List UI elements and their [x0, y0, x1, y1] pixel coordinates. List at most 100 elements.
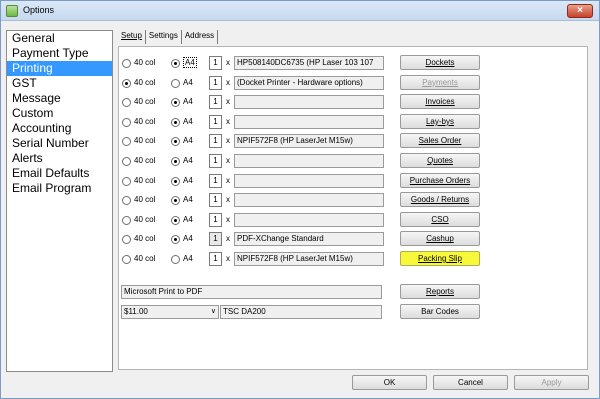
40-col-radio[interactable]	[122, 235, 131, 245]
40-col-radio[interactable]	[122, 78, 131, 88]
invoices-button[interactable]: Invoices	[400, 94, 480, 110]
sales-order-button[interactable]: Sales Order	[400, 133, 480, 149]
options-category-list[interactable]: General Payment Type Printing GST Message Cus…	[6, 30, 113, 372]
title-bar: Options ×	[1, 1, 599, 21]
packing-slip-button[interactable]: Packing Slip	[400, 251, 480, 266]
times-label: x	[226, 254, 230, 263]
a4-label: A4	[183, 116, 193, 126]
sidebar-item-message[interactable]: Message	[7, 91, 112, 106]
printer-row: 40 col A4 1 x HP508140DC6735 (HP Laser 103 1…	[121, 55, 596, 71]
reports-button[interactable]: Reports	[400, 284, 480, 299]
sidebar-item-payment-type[interactable]: Payment Type	[7, 46, 112, 61]
close-button[interactable]: ×	[567, 4, 593, 18]
reports-printer-field[interactable]: Microsoft Print to PDF	[121, 285, 382, 299]
purchase-orders-button[interactable]: Purchase Orders	[400, 172, 480, 188]
copies-input[interactable]: 1	[209, 212, 222, 227]
sidebar-item-general[interactable]: General	[7, 31, 112, 46]
apply-button[interactable]: Apply	[514, 375, 589, 390]
setup-tab-body: Microsoft Print to PDF Reports $11.00 ∨ …	[118, 46, 588, 370]
tab-setup[interactable]: Setup	[118, 30, 146, 44]
a4-label: A4	[183, 254, 193, 263]
printer-row: 40 col A4 1 x Purchase Orders	[121, 172, 596, 189]
a4-radio[interactable]	[171, 215, 180, 225]
cancel-button[interactable]: Cancel	[433, 375, 508, 390]
40-col-radio[interactable]	[122, 137, 131, 147]
a4-radio[interactable]	[171, 235, 180, 245]
printer-row: 40 col A4 1 x Invoices	[121, 94, 596, 110]
a4-radio[interactable]	[171, 196, 180, 206]
tab-strip: Setup Settings Address	[118, 30, 219, 45]
a4-radio[interactable]	[171, 137, 180, 147]
sidebar-item-email-defaults[interactable]: Email Defaults	[7, 166, 112, 181]
copies-input[interactable]: 1	[209, 75, 222, 90]
a4-label: A4	[183, 77, 193, 87]
a4-radio[interactable]	[171, 176, 180, 186]
tab-settings[interactable]: Settings	[146, 30, 182, 44]
goods-returns-button[interactable]: Goods / Returns	[400, 192, 480, 208]
printer-field[interactable]	[234, 193, 384, 208]
a4-label: A4	[183, 214, 193, 224]
40-col-radio[interactable]	[122, 196, 131, 206]
copies-input[interactable]: 1	[209, 173, 222, 188]
printer-row: 40 col A4 1 x Quotes	[121, 153, 596, 169]
printer-field[interactable]	[234, 212, 384, 227]
sidebar-item-gst[interactable]: GST	[7, 76, 112, 91]
sidebar-item-accounting[interactable]: Accounting	[7, 121, 112, 136]
40-col-label: 40 col	[134, 195, 156, 205]
copies-input[interactable]: 1	[209, 154, 222, 168]
printer-field[interactable]	[234, 114, 384, 129]
print-button-label: Purchase Orders	[409, 175, 471, 185]
barcode-price-select[interactable]: $11.00 ∨	[121, 305, 219, 319]
copies-input[interactable]: 1	[209, 232, 222, 247]
printer-field[interactable]: (Docket Printer - Hardware options)	[234, 75, 384, 90]
printer-field[interactable]: HP508140DC6735 (HP Laser 103 107	[234, 56, 384, 70]
printer-field[interactable]: NPIF572F8 (HP LaserJet M15w)	[234, 134, 384, 149]
40-col-label: 40 col	[134, 77, 156, 87]
40-col-radio[interactable]	[122, 59, 131, 68]
a4-label: A4	[183, 97, 193, 107]
printer-field[interactable]	[234, 95, 384, 110]
40-col-radio[interactable]	[122, 215, 131, 225]
ok-button[interactable]: OK	[352, 375, 427, 390]
sidebar-item-alerts[interactable]: Alerts	[7, 151, 112, 166]
tab-address[interactable]: Address	[182, 30, 219, 44]
times-label: x	[226, 97, 230, 107]
copies-input[interactable]: 1	[209, 114, 222, 129]
sidebar-item-custom[interactable]: Custom	[7, 106, 112, 121]
payments-button[interactable]: Payments	[400, 74, 480, 90]
a4-radio[interactable]	[171, 255, 180, 264]
sidebar-item-serial-number[interactable]: Serial Number	[7, 136, 112, 151]
40-col-radio[interactable]	[122, 176, 131, 186]
a4-radio[interactable]	[171, 78, 180, 88]
copies-input[interactable]: 1	[209, 193, 222, 208]
cashup-button[interactable]: Cashup	[400, 231, 480, 247]
bar-codes-button[interactable]: Bar Codes	[400, 304, 480, 319]
times-label: x	[226, 214, 230, 224]
lay-bys-button[interactable]: Lay-bys	[400, 113, 480, 129]
printer-field[interactable]: PDF-XChange Standard	[234, 232, 384, 247]
a4-radio[interactable]	[171, 117, 180, 127]
copies-input[interactable]: 1	[209, 252, 222, 266]
sidebar-item-printing[interactable]: Printing	[7, 61, 112, 76]
a4-radio[interactable]	[171, 98, 180, 108]
a4-label: A4	[183, 234, 193, 244]
printer-field[interactable]	[234, 173, 384, 188]
a4-radio[interactable]	[171, 157, 180, 166]
quotes-button[interactable]: Quotes	[400, 153, 480, 168]
barcode-printer-field[interactable]: TSC DA200	[220, 305, 382, 319]
a4-radio[interactable]	[171, 59, 180, 68]
40-col-radio[interactable]	[122, 255, 131, 264]
40-col-radio[interactable]	[122, 117, 131, 127]
printer-row: 40 col A4 1 x NPIF572F8 (HP LaserJet M15w) Sa…	[121, 133, 596, 149]
dockets-button[interactable]: Dockets	[400, 55, 480, 70]
copies-input[interactable]: 1	[209, 56, 222, 70]
40-col-label: 40 col	[134, 136, 156, 146]
printer-field[interactable]: NPIF572F8 (HP LaserJet M15w)	[234, 252, 384, 266]
cso-button[interactable]: CSO	[400, 211, 480, 227]
sidebar-item-email-program[interactable]: Email Program	[7, 181, 112, 196]
copies-input[interactable]: 1	[209, 134, 222, 149]
copies-input[interactable]: 1	[209, 95, 222, 110]
40-col-radio[interactable]	[122, 98, 131, 108]
40-col-radio[interactable]	[122, 157, 131, 166]
printer-field[interactable]	[234, 154, 384, 168]
